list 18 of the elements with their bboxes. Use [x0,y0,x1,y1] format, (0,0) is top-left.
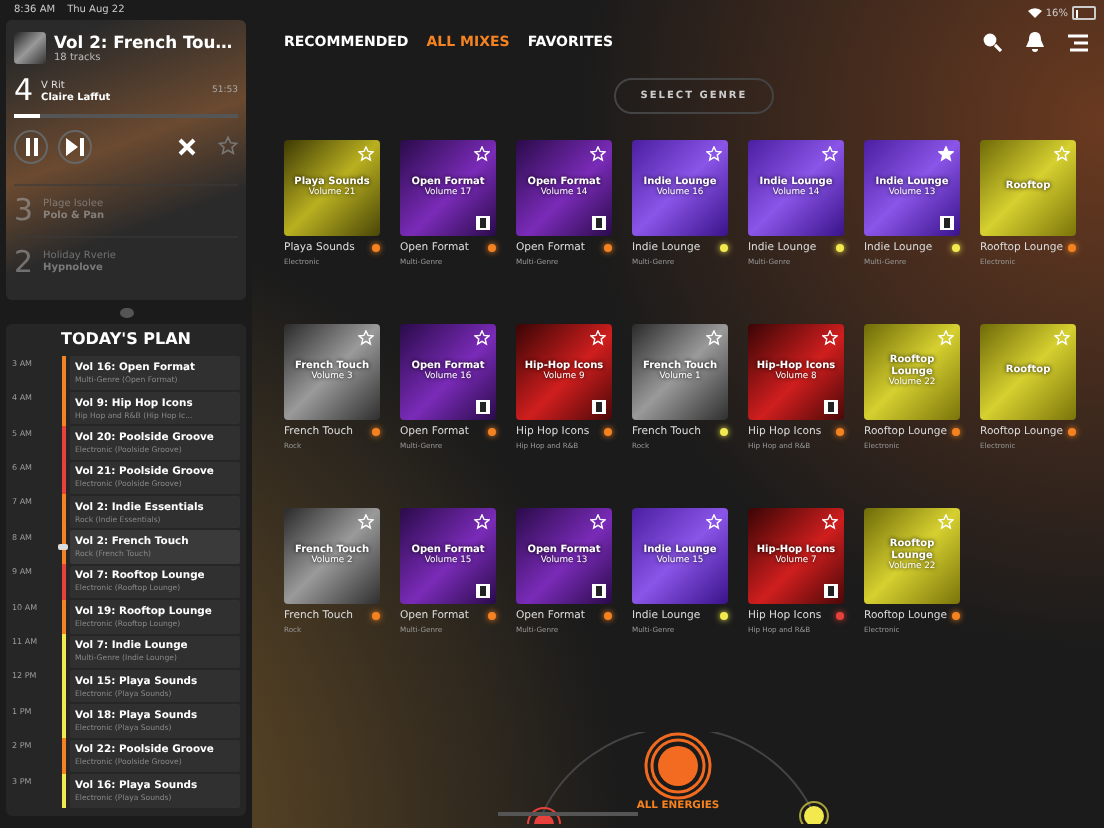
drag-handle-icon[interactable] [119,307,133,318]
pause-button[interactable] [14,129,48,164]
plan-title: TODAY'S PLAN [59,329,193,348]
star-icon[interactable] [218,136,238,157]
skip-next-icon [66,137,84,156]
track-number: 4 [14,76,34,107]
queue-number: 2 [14,247,34,278]
notifications-icon[interactable] [1026,32,1044,52]
wifi-icon [1027,8,1042,18]
queue-number: 3 [14,195,34,226]
album-thumbnail [14,32,46,65]
menu-icon[interactable] [1068,33,1088,51]
mix-title: Vol 2: French Tou… [54,32,233,53]
skip-next-button[interactable] [58,129,92,164]
pause-icon [23,137,39,156]
close-icon[interactable] [178,137,196,156]
search-icon[interactable] [982,32,1002,52]
battery-icon [1072,6,1096,20]
